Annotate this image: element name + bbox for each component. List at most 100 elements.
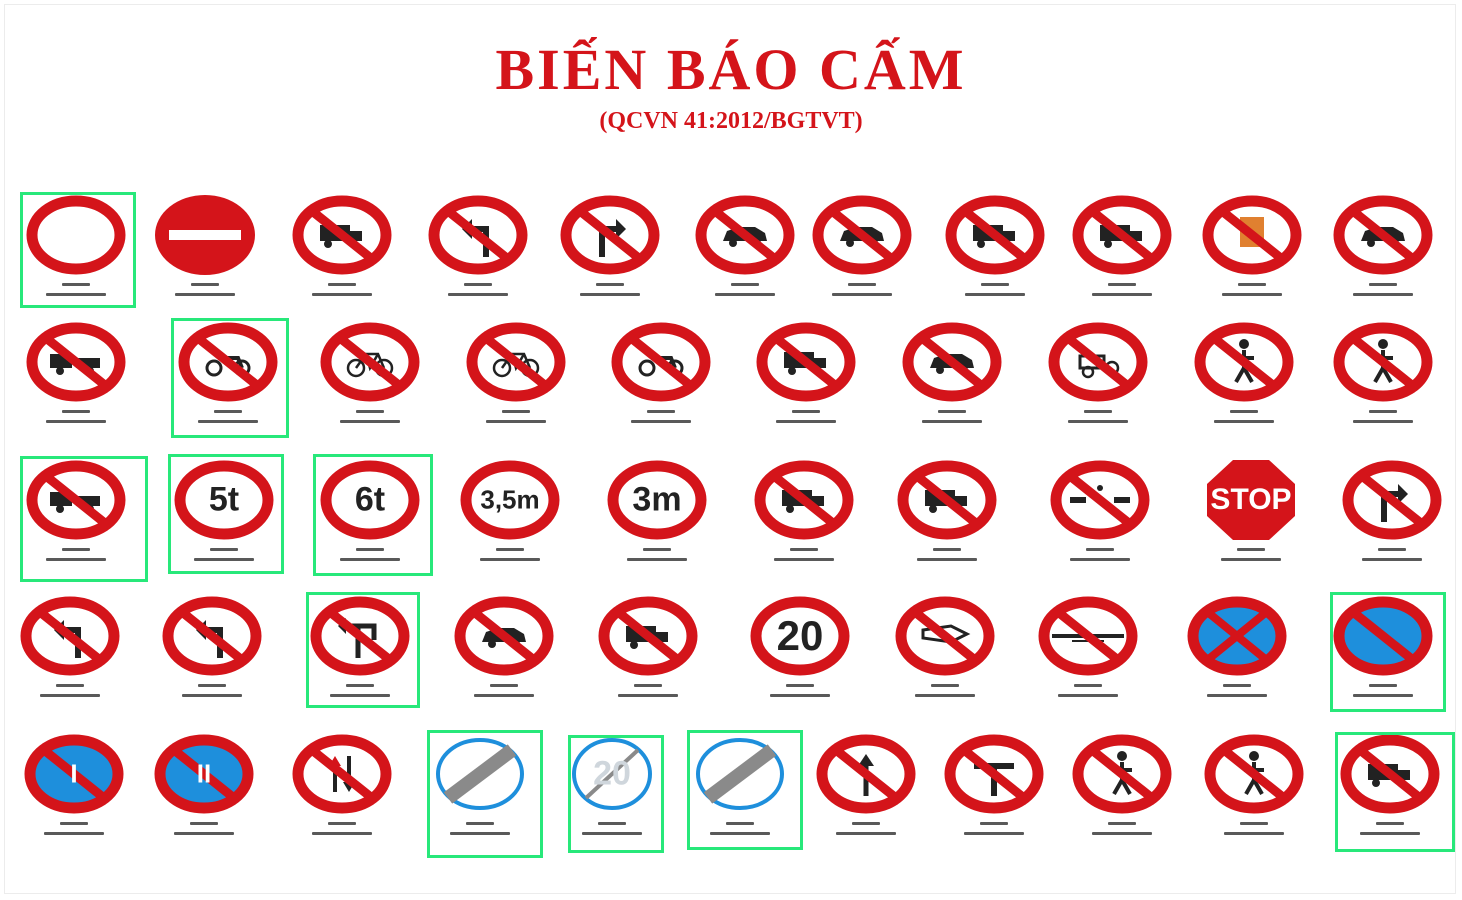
sign-caption [933,548,961,551]
sign-caption [634,684,662,687]
sign-text: I [70,758,78,789]
sign-caption [980,822,1008,825]
sign-caption [1238,283,1266,286]
sign-caption [190,822,218,825]
sign-caption [60,822,88,825]
sign-caption [915,694,975,697]
sign-caption [1221,558,1281,561]
sign-caption [44,832,104,835]
sign-text: 3,5m [480,484,540,515]
sign-caption [1362,558,1422,561]
sign-caption [774,558,834,561]
sign-caption [174,832,234,835]
sign-caption [1224,832,1284,835]
sign-caption [40,694,100,697]
sign-caption [931,684,959,687]
highlight-box [306,592,420,708]
sign-caption [1092,293,1152,296]
sign-caption [340,420,400,423]
highlight-box [168,454,284,574]
sign-caption [938,410,966,413]
sign-text: 20 [776,612,824,659]
sign-caption [1092,832,1152,835]
sign-caption [965,293,1025,296]
sign-caption [356,410,384,413]
sign-caption [56,684,84,687]
sign-caption [647,410,675,413]
highlight-box [20,192,136,308]
sign-caption [715,293,775,296]
sign-caption [1058,694,1118,697]
sign-caption [770,694,830,697]
sign-caption [328,822,356,825]
highlight-box [568,735,664,853]
sign-caption [981,283,1009,286]
sign-caption [596,283,624,286]
sign-caption [1237,548,1265,551]
sign-caption [922,420,982,423]
poster-title: BIẾN BÁO CẤM [495,37,967,102]
sign-caption [1074,684,1102,687]
sign-caption [1378,548,1406,551]
sign-caption [480,558,540,561]
sign-text: 3m [632,480,682,519]
sign-caption [643,548,671,551]
highlight-box [313,454,433,576]
sign-caption [836,832,896,835]
sign-caption [1223,684,1251,687]
sign-caption [1222,293,1282,296]
sign-caption [917,558,977,561]
sign-caption [1086,548,1114,551]
sign-caption [62,410,90,413]
sign-caption [631,420,691,423]
sign-caption [1070,558,1130,561]
highlight-box [427,730,543,858]
sign-caption [198,684,226,687]
sign-caption [464,283,492,286]
sign-caption [312,293,372,296]
sign-caption [1084,410,1112,413]
sign-caption [848,283,876,286]
sign-caption [1369,283,1397,286]
sign-caption [1230,410,1258,413]
sign-caption [776,420,836,423]
sign-caption [1108,822,1136,825]
sign-caption [490,684,518,687]
sign-caption [832,293,892,296]
sign-text: STOP [1210,483,1292,516]
sign-caption [1353,420,1413,423]
sign-caption [474,694,534,697]
poster-subtitle: (QCVN 41:2012/BGTVT) [599,108,863,134]
sign-caption [790,548,818,551]
sign-caption [182,694,242,697]
highlight-box [1335,732,1455,852]
highlight-box [171,318,289,438]
sign-caption [627,558,687,561]
sign-caption [964,832,1024,835]
sign-caption [1353,293,1413,296]
sign-caption [312,832,372,835]
highlight-box [1330,592,1446,712]
highlight-box [20,456,148,582]
highlight-box [687,730,803,850]
sign-caption [191,283,219,286]
sign-caption [496,548,524,551]
sign-caption [1240,822,1268,825]
sign-caption [486,420,546,423]
sign-caption [618,694,678,697]
sign-caption [731,283,759,286]
sign-caption [786,684,814,687]
sign-caption [1214,420,1274,423]
sign-caption [175,293,235,296]
sign-caption [852,822,880,825]
sign-caption [1207,694,1267,697]
sign-caption [1108,283,1136,286]
sign-caption [502,410,530,413]
sign-caption [328,283,356,286]
sign-caption [448,293,508,296]
sign-caption [792,410,820,413]
sign-caption [1068,420,1128,423]
sign-caption [580,293,640,296]
sign-text: II [196,758,212,789]
sign-caption [46,420,106,423]
